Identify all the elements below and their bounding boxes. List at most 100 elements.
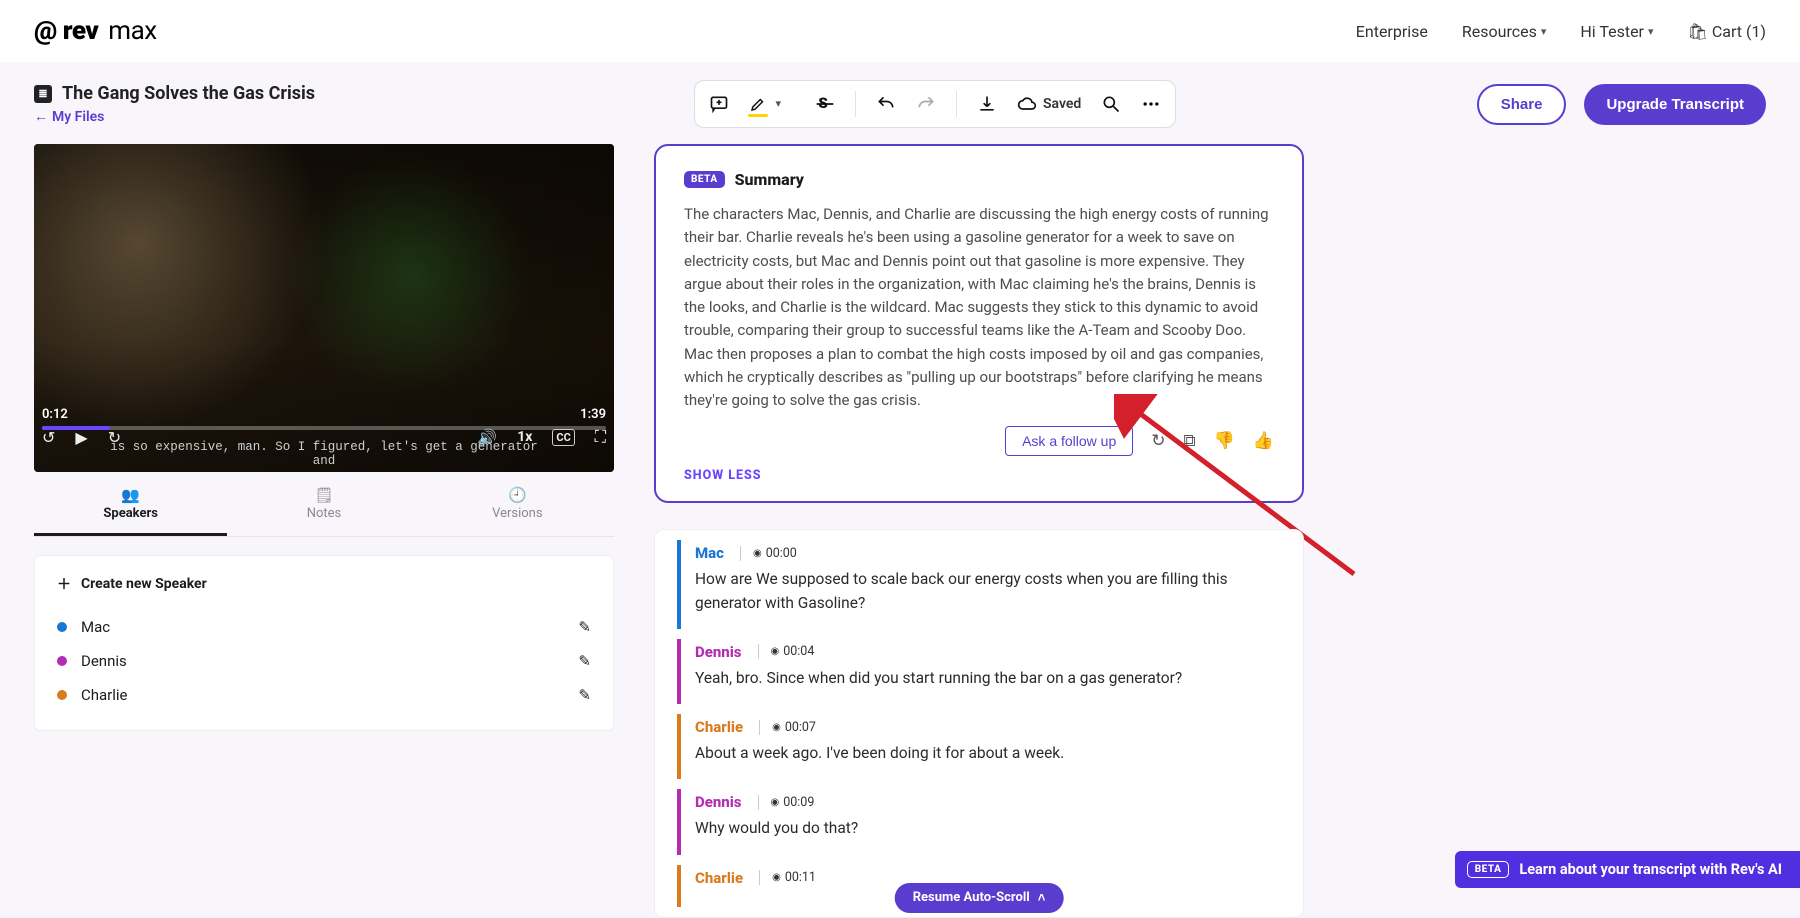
editor-toolbar: ▾ S Saved [694, 80, 1176, 128]
nav-enterprise[interactable]: Enterprise [1356, 22, 1428, 41]
tab-versions[interactable]: 🕘 Versions [421, 478, 614, 536]
closed-captions-button[interactable]: CC [552, 429, 574, 446]
segment-speaker: Dennis [695, 643, 742, 661]
segment-timestamp[interactable]: 00:11 [759, 870, 816, 885]
transcript-segment[interactable]: Dennis 00:09 Why would you do that? [677, 789, 1281, 854]
undo-icon [876, 94, 896, 114]
more-menu-button[interactable] [1141, 94, 1161, 114]
chevron-down-icon: ▾ [775, 97, 781, 110]
brand-logo[interactable]: @ rev max [34, 16, 157, 46]
tab-notes[interactable]: 🗒 Notes [227, 478, 420, 536]
video-player[interactable]: 0:12 1:39 ↺ ▶ ↻ 🔊 1x CC ⛶ is so expensiv… [34, 144, 614, 472]
arrow-left-icon: ← [34, 108, 48, 125]
logo-max [100, 16, 106, 46]
segment-timestamp[interactable]: 00:07 [759, 720, 816, 735]
video-total-time: 1:39 [580, 407, 606, 422]
highlighter-icon [749, 95, 767, 113]
resume-autoscroll-button[interactable]: Resume Auto-Scroll ˄ [895, 883, 1064, 913]
speaker-row[interactable]: Charlie ✎ [57, 678, 591, 712]
undo-button[interactable] [876, 94, 896, 114]
strikethrough-icon: S [815, 94, 835, 114]
summary-card: BETA Summary The characters Mac, Dennis,… [654, 144, 1304, 503]
page-title: The Gang Solves the Gas Crisis [62, 83, 315, 104]
toolbar-separator [855, 91, 856, 117]
copy-button[interactable]: ⧉ [1184, 431, 1196, 451]
comment-plus-icon [709, 94, 729, 114]
search-icon [1101, 94, 1121, 114]
show-less-toggle[interactable]: SHOW LESS [684, 468, 1274, 483]
speaker-name: Mac [81, 618, 110, 636]
nav-resources[interactable]: Resources▾ [1462, 22, 1546, 41]
upgrade-transcript-button[interactable]: Upgrade Transcript [1584, 84, 1766, 125]
volume-button[interactable]: 🔊 [477, 428, 497, 447]
thumbs-down-button[interactable]: 👎 [1214, 431, 1235, 451]
create-speaker-button[interactable]: ＋ Create new Speaker [57, 574, 591, 594]
cart-icon: 🛍 [1688, 22, 1708, 41]
segment-timestamp[interactable]: 00:00 [740, 546, 797, 561]
forward-button[interactable]: ↻ [108, 428, 121, 447]
document-icon: ≣ [34, 85, 52, 103]
segment-speaker: Mac [695, 544, 724, 562]
save-status: Saved [1017, 94, 1081, 114]
summary-title: Summary [735, 170, 804, 189]
logo-rev: rev [63, 16, 99, 46]
speakers-icon: 👥 [121, 486, 140, 504]
back-to-files-link[interactable]: ← My Files [34, 108, 574, 125]
beta-badge: BETA [684, 171, 725, 188]
playback-speed-button[interactable]: 1x [517, 429, 532, 445]
toolbar-separator [956, 91, 957, 117]
segment-speaker: Charlie [695, 869, 743, 887]
segment-timestamp[interactable]: 00:04 [758, 644, 815, 659]
speaker-name: Charlie [81, 686, 128, 704]
video-frame [34, 144, 614, 472]
chevron-up-icon: ˄ [1038, 890, 1046, 906]
cloud-saved-icon [1017, 94, 1037, 114]
ask-followup-button[interactable]: Ask a follow up [1005, 426, 1133, 456]
speaker-row[interactable]: Dennis ✎ [57, 644, 591, 678]
segment-timestamp[interactable]: 00:09 [758, 795, 815, 810]
segment-text: Why would you do that? [695, 817, 1281, 840]
edit-speaker-button[interactable]: ✎ [578, 686, 591, 704]
versions-icon: 🕘 [508, 486, 527, 504]
transcript-segment[interactable]: Mac00:00How are We supposed to scale bac… [677, 540, 1281, 629]
tab-speakers[interactable]: 👥 Speakers [34, 478, 227, 536]
share-button[interactable]: Share [1477, 84, 1567, 125]
redo-icon [916, 94, 936, 114]
notes-icon: 🗒 [314, 486, 333, 504]
regenerate-button[interactable]: ↻ [1151, 431, 1165, 451]
nav-cart[interactable]: 🛍Cart (1) [1688, 22, 1766, 41]
ai-learn-banner[interactable]: BETA Learn about your transcript with Re… [1455, 851, 1800, 888]
play-button[interactable]: ▶ [75, 428, 87, 447]
highlight-button[interactable]: ▾ [749, 95, 767, 113]
add-comment-button[interactable] [709, 94, 729, 114]
edit-speaker-button[interactable]: ✎ [578, 618, 591, 636]
chevron-down-icon: ▾ [1648, 25, 1654, 38]
speaker-color-dot [57, 690, 67, 700]
transcript-segment[interactable]: Charlie00:07About a week ago. I've been … [677, 714, 1281, 779]
beta-badge: BETA [1467, 861, 1510, 878]
video-current-time: 0:12 [42, 407, 68, 422]
summary-body: The characters Mac, Dennis, and Charlie … [684, 203, 1274, 412]
strikethrough-button[interactable]: S [815, 94, 835, 114]
transcript-panel: Mac00:00How are We supposed to scale bac… [654, 529, 1304, 917]
speaker-color-dot [57, 622, 67, 632]
nav-user-menu[interactable]: Hi Tester▾ [1580, 22, 1653, 41]
more-icon [1141, 94, 1161, 114]
svg-text:S: S [818, 94, 827, 112]
segment-speaker: Charlie [695, 718, 743, 736]
download-button[interactable] [977, 94, 997, 114]
search-button[interactable] [1101, 94, 1121, 114]
redo-button[interactable] [916, 94, 936, 114]
speakers-panel: ＋ Create new Speaker Mac ✎ Dennis ✎ Charlie ✎ [34, 555, 614, 731]
edit-speaker-button[interactable]: ✎ [578, 652, 591, 670]
speaker-row[interactable]: Mac ✎ [57, 610, 591, 644]
speaker-name: Dennis [81, 652, 127, 670]
segment-speaker: Dennis [695, 793, 742, 811]
rewind-button[interactable]: ↺ [42, 428, 55, 447]
transcript-segment[interactable]: Dennis00:04Yeah, bro. Since when did you… [677, 639, 1281, 704]
logo-mark-icon: @ [34, 16, 57, 46]
fullscreen-button[interactable]: ⛶ [595, 427, 606, 447]
plus-icon: ＋ [57, 574, 71, 594]
thumbs-up-button[interactable]: 👍 [1253, 431, 1274, 451]
speaker-color-dot [57, 656, 67, 666]
